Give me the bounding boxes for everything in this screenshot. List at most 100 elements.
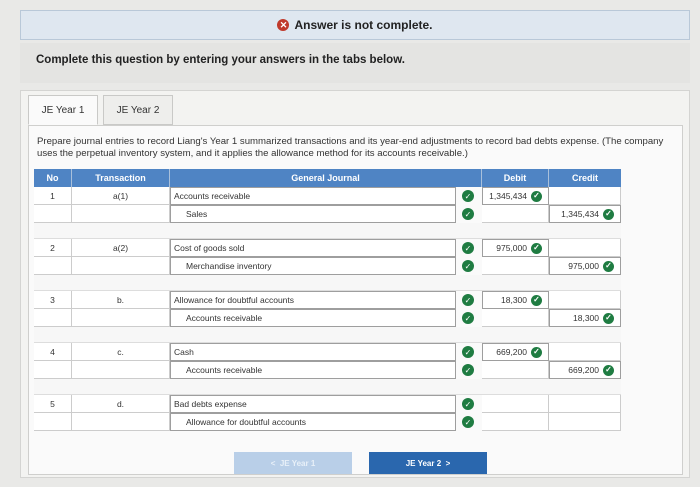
debit-amount-input[interactable]: 1,345,434 ✓	[482, 187, 549, 205]
debit-account-select[interactable]: Allowance for doubtful accounts	[170, 291, 456, 309]
credit-amount: 669,200	[568, 365, 599, 375]
debit-amount-input[interactable]: 18,300 ✓	[482, 291, 549, 309]
credit-amount-input[interactable]	[549, 187, 621, 205]
debit-amount-input[interactable]	[482, 361, 549, 379]
entry-no-blank	[34, 257, 72, 275]
credit-amount-input[interactable]	[549, 395, 621, 413]
prev-tab-label: JE Year 1	[279, 458, 316, 468]
credit-amount-input[interactable]	[549, 413, 621, 431]
next-tab-button[interactable]: JE Year 2 >	[369, 452, 487, 474]
debit-amount-input[interactable]	[482, 413, 549, 431]
credit-account-select[interactable]: Merchandise inventory	[170, 257, 456, 275]
credit-account-select[interactable]: Allowance for doubtful accounts	[170, 413, 456, 431]
header-transaction: Transaction	[72, 169, 170, 187]
header-no: No	[34, 169, 72, 187]
credit-amount-input[interactable]	[549, 239, 621, 257]
tab-panel: JE Year 1 JE Year 2 Prepare journal entr…	[20, 90, 690, 478]
instruction-text: Complete this question by entering your …	[20, 43, 690, 83]
credit-amount: 1,345,434	[561, 209, 599, 219]
entry-transaction[interactable]: a(1)	[72, 187, 170, 205]
check-icon: ✓	[531, 294, 542, 306]
credit-account-select[interactable]: Accounts receivable	[170, 361, 456, 379]
debit-amount-input[interactable]	[482, 309, 549, 327]
chevron-left-icon: <	[270, 458, 280, 468]
check-icon: ✓	[462, 416, 474, 428]
check-icon: ✓	[462, 312, 474, 324]
tab-content: Prepare journal entries to record Liang'…	[28, 125, 683, 475]
check-icon: ✓	[531, 190, 542, 202]
debit-amount-input[interactable]	[482, 205, 549, 223]
credit-amount-input[interactable]	[549, 343, 621, 361]
status-banner: ✕ Answer is not complete.	[20, 10, 690, 40]
chevron-right-icon: >	[441, 458, 451, 468]
check-icon: ✓	[462, 346, 474, 358]
check-icon: ✓	[462, 190, 474, 202]
entry-no: 2	[34, 239, 72, 257]
credit-amount: 975,000	[568, 261, 599, 271]
entry-no: 1	[34, 187, 72, 205]
entry-transaction-blank	[72, 361, 170, 379]
row-separator	[34, 327, 621, 343]
check-icon: ✓	[462, 242, 474, 254]
prev-tab-button[interactable]: < JE Year 1	[234, 452, 352, 474]
credit-amount-input[interactable]	[549, 291, 621, 309]
tab-je-year-2[interactable]: JE Year 2	[103, 95, 173, 125]
entry-no: 4	[34, 343, 72, 361]
entry-transaction[interactable]: b.	[72, 291, 170, 309]
credit-amount-input[interactable]: 975,000 ✓	[549, 257, 621, 275]
debit-account-select[interactable]: Cash	[170, 343, 456, 361]
credit-amount-input[interactable]: 18,300 ✓	[549, 309, 621, 327]
check-icon: ✓	[462, 294, 474, 306]
credit-amount: 18,300	[573, 313, 599, 323]
entry-no-blank	[34, 361, 72, 379]
debit-account-select[interactable]: Cost of goods sold	[170, 239, 456, 257]
debit-amount-input[interactable]: 975,000 ✓	[482, 239, 549, 257]
entry-transaction[interactable]: a(2)	[72, 239, 170, 257]
debit-amount: 18,300	[501, 295, 527, 305]
debit-amount: 1,345,434	[489, 191, 527, 201]
check-icon: ✓	[462, 364, 474, 376]
check-icon: ✓	[603, 208, 614, 220]
debit-account-select[interactable]: Bad debts expense	[170, 395, 456, 413]
error-icon: ✕	[277, 19, 290, 31]
check-icon: ✓	[462, 398, 474, 410]
row-separator	[34, 379, 621, 395]
header-debit: Debit	[482, 169, 549, 187]
debit-amount-input[interactable]: 669,200 ✓	[482, 343, 549, 361]
entry-transaction-blank	[72, 413, 170, 431]
entry-no: 5	[34, 395, 72, 413]
check-icon: ✓	[531, 346, 542, 358]
check-icon: ✓	[603, 364, 614, 376]
check-icon: ✓	[462, 208, 474, 220]
entry-transaction[interactable]: d.	[72, 395, 170, 413]
debit-amount-input[interactable]	[482, 395, 549, 413]
check-icon: ✓	[531, 242, 542, 254]
entry-no-blank	[34, 309, 72, 327]
entry-no-blank	[34, 205, 72, 223]
header-general-journal: General Journal	[170, 169, 482, 187]
debit-amount: 975,000	[496, 243, 527, 253]
tab-je-year-1[interactable]: JE Year 1	[28, 95, 98, 125]
entry-transaction-blank	[72, 309, 170, 327]
check-icon: ✓	[603, 312, 614, 324]
next-tab-label: JE Year 2	[405, 458, 442, 468]
debit-amount-input[interactable]	[482, 257, 549, 275]
credit-account-select[interactable]: Accounts receivable	[170, 309, 456, 327]
debit-amount: 669,200	[496, 347, 527, 357]
entry-transaction-blank	[72, 205, 170, 223]
status-text: Answer is not complete.	[294, 18, 433, 32]
check-icon: ✓	[603, 260, 614, 272]
credit-account-select[interactable]: Sales	[170, 205, 456, 223]
entry-no: 3	[34, 291, 72, 309]
debit-account-select[interactable]: Accounts receivable	[170, 187, 456, 205]
row-separator	[34, 275, 621, 291]
credit-amount-input[interactable]: 669,200 ✓	[549, 361, 621, 379]
entry-transaction-blank	[72, 257, 170, 275]
check-icon: ✓	[462, 260, 474, 272]
entry-transaction[interactable]: c.	[72, 343, 170, 361]
header-credit: Credit	[549, 169, 621, 187]
row-separator	[34, 223, 621, 239]
question-prompt: Prepare journal entries to record Liang'…	[37, 136, 664, 159]
credit-amount-input[interactable]: 1,345,434 ✓	[549, 205, 621, 223]
entry-no-blank	[34, 413, 72, 431]
